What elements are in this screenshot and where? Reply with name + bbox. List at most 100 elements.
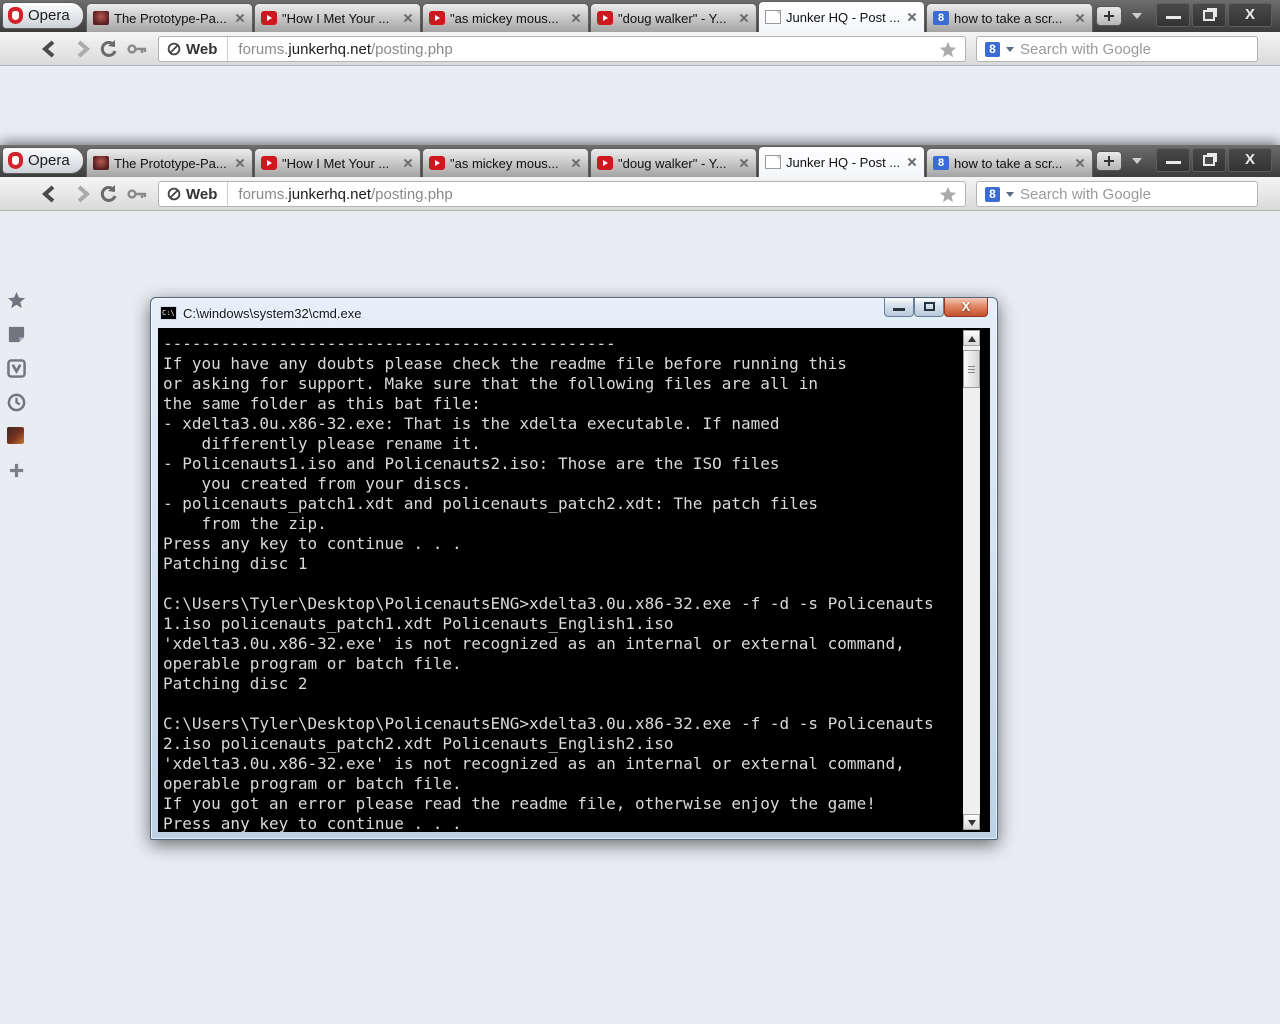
minimize-icon xyxy=(1166,16,1181,19)
reload-button[interactable] xyxy=(98,184,120,204)
window-controls: X xyxy=(1156,148,1272,172)
tab-close-icon[interactable] xyxy=(402,157,414,169)
site-badge-label: Web xyxy=(186,186,217,203)
forward-button[interactable] xyxy=(70,184,92,204)
tab-youtube-3[interactable]: "doug walker" - Y... xyxy=(590,148,757,177)
scroll-up-button[interactable] xyxy=(963,330,980,346)
opera-menu-button[interactable]: Opera xyxy=(2,147,84,174)
close-button[interactable]: X xyxy=(1228,3,1272,27)
cmd-restore-button[interactable] xyxy=(914,298,944,317)
restore-button[interactable] xyxy=(1192,148,1226,172)
tab-prototype[interactable]: The Prototype-Pa... xyxy=(86,3,253,32)
reload-button[interactable] xyxy=(98,39,120,59)
cmd-console[interactable]: ----------------------------------------… xyxy=(158,328,990,832)
bookmark-star-icon[interactable] xyxy=(939,41,957,59)
bookmarks-panel-icon[interactable] xyxy=(7,291,26,310)
key-icon[interactable] xyxy=(127,184,149,204)
page-favicon-icon xyxy=(765,155,781,169)
tab-prototype[interactable]: The Prototype-Pa... xyxy=(86,148,253,177)
tab-close-icon[interactable] xyxy=(738,12,750,24)
address-bar: Web forums.junkerhq.net/posting.php 8 Se… xyxy=(0,177,1280,211)
search-field[interactable]: 8 Search with Google xyxy=(976,36,1258,62)
search-engine-caret-icon[interactable] xyxy=(1006,192,1014,197)
tab-list-caret-icon[interactable] xyxy=(1132,158,1142,164)
tab-google-search[interactable]: 8 how to take a scr... xyxy=(926,3,1093,32)
site-badge[interactable]: Web xyxy=(159,37,228,61)
site-badge-label: Web xyxy=(186,41,217,58)
tab-youtube-2[interactable]: "as mickey mous... xyxy=(422,3,589,32)
tab-list-caret-icon[interactable] xyxy=(1132,13,1142,19)
close-icon: X xyxy=(945,299,987,314)
prototype-favicon-icon xyxy=(93,11,109,25)
restore-button[interactable] xyxy=(1192,3,1226,27)
tab-close-icon[interactable] xyxy=(570,157,582,169)
tab-youtube-1[interactable]: "How I Met Your ... xyxy=(254,3,421,32)
history-panel-icon[interactable] xyxy=(7,393,26,412)
minimize-icon xyxy=(1166,161,1181,164)
tab-google-search[interactable]: 8 how to take a scr... xyxy=(926,148,1093,177)
cmd-titlebar[interactable]: C:\ C:\windows\system32\cmd.exe X xyxy=(151,298,997,328)
forward-button[interactable] xyxy=(70,39,92,59)
opera-logo-icon xyxy=(8,7,23,24)
tab-close-icon[interactable] xyxy=(906,156,918,168)
scroll-down-button[interactable] xyxy=(963,814,980,830)
back-button[interactable] xyxy=(40,184,62,204)
close-button[interactable]: X xyxy=(1228,148,1272,172)
cmd-minimize-button[interactable] xyxy=(884,298,914,317)
search-engine-caret-icon[interactable] xyxy=(1006,47,1014,52)
tab-title: how to take a scr... xyxy=(954,156,1069,171)
restore-icon xyxy=(924,302,935,311)
key-icon[interactable] xyxy=(127,39,149,59)
url-field[interactable]: Web forums.junkerhq.net/posting.php xyxy=(158,36,966,62)
search-field[interactable]: 8 Search with Google xyxy=(976,181,1258,207)
opera-menu-label: Opera xyxy=(28,7,70,24)
google-search-icon: 8 xyxy=(985,42,1000,57)
tab-title: "as mickey mous... xyxy=(450,156,565,171)
notes-panel-icon[interactable] xyxy=(7,325,26,344)
console-output: ----------------------------------------… xyxy=(158,328,990,832)
tab-close-icon[interactable] xyxy=(1074,157,1086,169)
tab-title: "doug walker" - Y... xyxy=(618,11,733,26)
tab-close-icon[interactable] xyxy=(234,157,246,169)
google-search-icon: 8 xyxy=(985,187,1000,202)
tab-title: "How I Met Your ... xyxy=(282,11,397,26)
tab-junkerhq-active[interactable]: Junker HQ - Post ... xyxy=(758,146,925,177)
youtube-favicon-icon xyxy=(261,156,277,170)
bookmark-star-icon[interactable] xyxy=(939,186,957,204)
minimize-icon xyxy=(893,308,905,311)
tab-close-icon[interactable] xyxy=(1074,12,1086,24)
cmd-window-controls: X xyxy=(884,298,988,317)
tab-title: Junker HQ - Post ... xyxy=(786,155,901,170)
new-tab-button[interactable] xyxy=(1096,151,1122,171)
url-text: forums.junkerhq.net/posting.php xyxy=(228,41,452,58)
tab-close-icon[interactable] xyxy=(570,12,582,24)
new-tab-button[interactable] xyxy=(1096,6,1122,26)
tab-youtube-2[interactable]: "as mickey mous... xyxy=(422,148,589,177)
url-field[interactable]: Web forums.junkerhq.net/posting.php xyxy=(158,181,966,207)
extension-thumbnail-icon[interactable] xyxy=(7,427,24,444)
tab-junkerhq-active[interactable]: Junker HQ - Post ... xyxy=(758,1,925,32)
web-globe-icon xyxy=(167,187,181,201)
tab-close-icon[interactable] xyxy=(234,12,246,24)
restore-icon xyxy=(1203,155,1215,166)
tab-youtube-1[interactable]: "How I Met Your ... xyxy=(254,148,421,177)
add-panel-icon[interactable] xyxy=(7,461,26,480)
google-favicon-icon: 8 xyxy=(933,156,949,170)
tab-bar: Opera The Prototype-Pa... "How I Met You… xyxy=(0,0,1280,32)
back-button[interactable] xyxy=(40,39,62,59)
console-scrollbar-thumb[interactable] xyxy=(963,350,980,388)
minimize-button[interactable] xyxy=(1156,148,1190,172)
console-scrollbar[interactable] xyxy=(963,330,980,830)
tab-close-icon[interactable] xyxy=(402,12,414,24)
window-controls: X xyxy=(1156,3,1272,27)
tab-youtube-3[interactable]: "doug walker" - Y... xyxy=(590,3,757,32)
site-badge[interactable]: Web xyxy=(159,182,228,206)
tab-close-icon[interactable] xyxy=(738,157,750,169)
downloads-panel-icon[interactable] xyxy=(7,359,26,378)
cmd-close-button[interactable]: X xyxy=(944,298,988,317)
web-globe-icon xyxy=(167,42,181,56)
tab-close-icon[interactable] xyxy=(906,11,918,23)
cmd-app-icon: C:\ xyxy=(160,306,177,320)
opera-menu-button[interactable]: Opera xyxy=(2,2,84,29)
minimize-button[interactable] xyxy=(1156,3,1190,27)
